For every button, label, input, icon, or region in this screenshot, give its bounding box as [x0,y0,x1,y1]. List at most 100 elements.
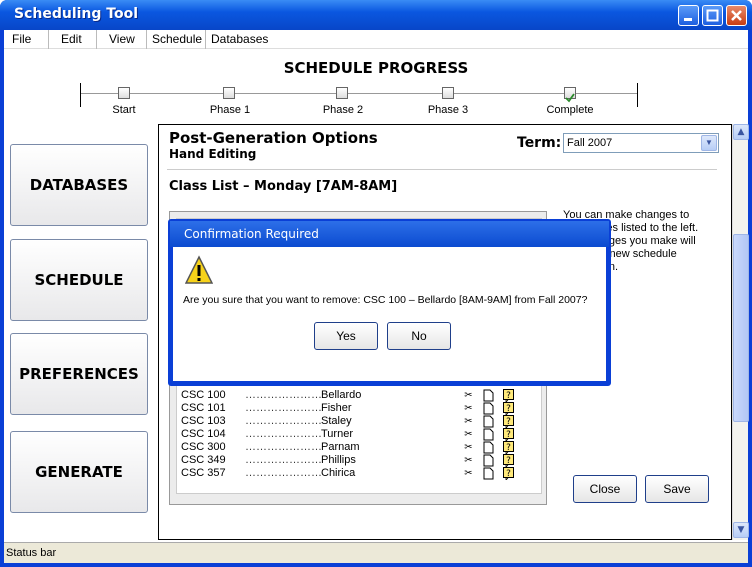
step-phase1-label: Phase 1 [209,104,251,116]
instructor-name: Parnam [321,441,360,453]
progress-start-cap [80,83,81,107]
nav-generate-button[interactable]: GENERATE [10,431,148,513]
status-bar: Status bar [4,542,748,563]
scissors-icon[interactable]: ✂ [463,402,474,415]
dialog-title: Confirmation Required [170,221,609,247]
minimize-icon [684,18,692,21]
svg-text:?: ? [506,443,511,453]
dialog-message: Are you sure that you want to remove: CS… [183,294,588,306]
question-icon[interactable]: ? [503,467,514,481]
svg-text:?: ? [506,430,511,440]
document-icon[interactable] [483,467,494,480]
page-subtitle: Hand Editing [169,147,257,161]
menu-bar: File Edit View Schedule Databases [4,30,748,49]
step-complete-label: Complete [546,104,594,116]
window-title: Scheduling Tool [14,6,139,22]
row-dots: ………………… [245,441,322,453]
term-select[interactable]: Fall 2007 ▼ [563,133,719,153]
class-code: CSC 104 [181,428,226,440]
yes-button[interactable]: Yes [314,322,378,350]
nav-databases-button[interactable]: DATABASES [10,144,148,226]
progress-title: SCHEDULE PROGRESS [283,59,469,77]
row-dots: ………………… [245,415,322,427]
nav-schedule-button[interactable]: SCHEDULE [10,239,148,321]
menu-databases[interactable]: Databases [211,32,268,46]
confirmation-dialog: Confirmation Required Are you sure that … [168,219,611,386]
header-divider [167,169,717,170]
close-icon [731,10,742,21]
scissors-icon[interactable]: ✂ [463,389,474,402]
left-nav-panel: DATABASES SCHEDULE PREFERENCES GENERATE [4,124,156,544]
menu-separator [96,30,97,49]
dialog-body: Are you sure that you want to remove: CS… [173,247,606,381]
svg-text:?: ? [506,391,511,401]
document-icon[interactable] [483,428,494,441]
question-icon[interactable]: ? [503,441,514,455]
instructor-name: Staley [321,415,352,427]
class-list-title: Class List – Monday [7AM-8AM] [169,179,398,194]
class-code: CSC 103 [181,415,226,427]
question-icon[interactable]: ? [503,428,514,442]
question-icon[interactable]: ? [503,454,514,468]
chevron-down-icon[interactable]: ▼ [701,135,717,151]
class-code: CSC 100 [181,389,226,401]
class-code: CSC 300 [181,441,226,453]
step-phase1-checkbox [223,87,235,99]
page-title: Post-Generation Options [169,129,378,147]
scissors-icon[interactable]: ✂ [463,454,474,467]
svg-text:?: ? [506,417,511,427]
vertical-scrollbar[interactable]: ▲ ▼ [732,124,749,540]
step-start-label: Start [112,104,136,116]
menu-schedule[interactable]: Schedule [152,32,202,46]
menu-view[interactable]: View [109,32,135,46]
menu-separator [205,30,206,49]
step-start-checkbox [118,87,130,99]
close-window-button[interactable] [726,5,747,26]
minimize-button[interactable] [678,5,699,26]
scroll-up-icon[interactable]: ▲ [733,124,749,140]
row-dots: ………………… [245,454,322,466]
status-text: Status bar [6,547,57,559]
row-dots: ………………… [245,389,322,401]
scissors-icon[interactable]: ✂ [463,467,474,480]
class-code: CSC 101 [181,402,226,414]
scissors-icon[interactable]: ✂ [463,415,474,428]
question-icon[interactable]: ? [503,389,514,403]
step-phase2-checkbox [336,87,348,99]
save-button[interactable]: Save [645,475,709,503]
menu-separator [146,30,147,49]
document-icon[interactable] [483,441,494,454]
no-button[interactable]: No [387,322,451,350]
scroll-down-icon[interactable]: ▼ [733,522,749,538]
svg-text:?: ? [506,469,511,479]
class-code: CSC 357 [181,467,226,479]
question-icon[interactable]: ? [503,415,514,429]
menu-edit[interactable]: Edit [61,32,82,46]
instructor-name: Turner [321,428,353,440]
term-value: Fall 2007 [567,137,613,149]
warning-icon [185,255,213,284]
svg-text:?: ? [506,456,511,466]
scissors-icon[interactable]: ✂ [463,441,474,454]
row-dots: ………………… [245,467,322,479]
menu-separator [48,30,49,49]
maximize-button[interactable] [702,5,723,26]
nav-preferences-button[interactable]: PREFERENCES [10,333,148,415]
close-button[interactable]: Close [573,475,637,503]
scissors-icon[interactable]: ✂ [463,428,474,441]
document-icon[interactable] [483,389,494,402]
term-label: Term: [517,135,562,151]
document-icon[interactable] [483,415,494,428]
scrollbar-thumb[interactable] [733,234,749,422]
instructor-name: Chirica [321,467,356,479]
menu-file[interactable]: File [12,32,31,46]
question-icon[interactable]: ? [503,402,514,416]
document-icon[interactable] [483,402,494,415]
step-phase2-label: Phase 2 [322,104,364,116]
class-code: CSC 349 [181,454,226,466]
document-icon[interactable] [483,454,494,467]
instructor-name: Phillips [321,454,356,466]
instructor-name: Bellardo [321,389,362,401]
maximize-icon [706,9,719,22]
step-complete-checkbox [564,87,576,103]
